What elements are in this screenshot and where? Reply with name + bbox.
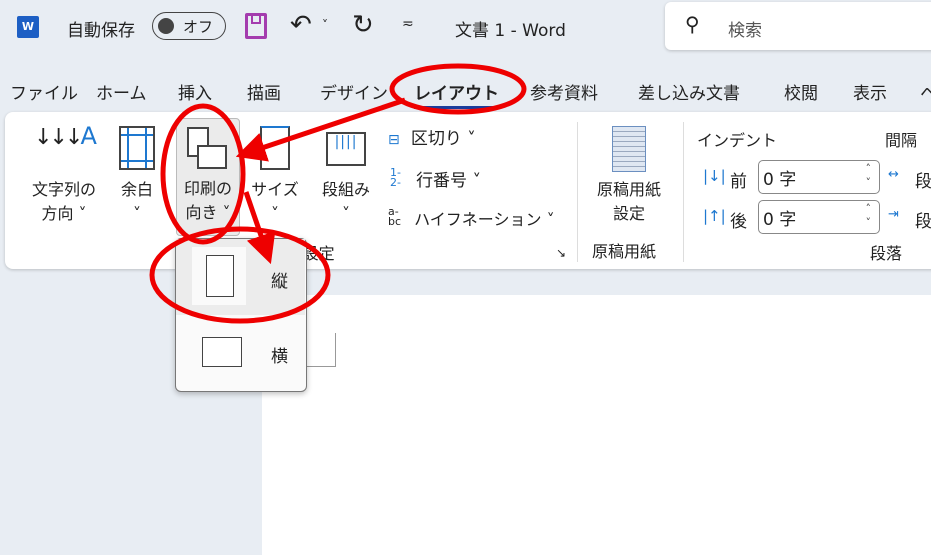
annotation-circle-layout-tab <box>389 63 527 115</box>
annotation-overlay <box>149 63 527 324</box>
annotation-circle-orientation <box>160 103 246 245</box>
annotation-arrow <box>243 191 276 265</box>
annotation-arrow <box>235 97 406 162</box>
annotation-circle-portrait <box>149 226 331 324</box>
